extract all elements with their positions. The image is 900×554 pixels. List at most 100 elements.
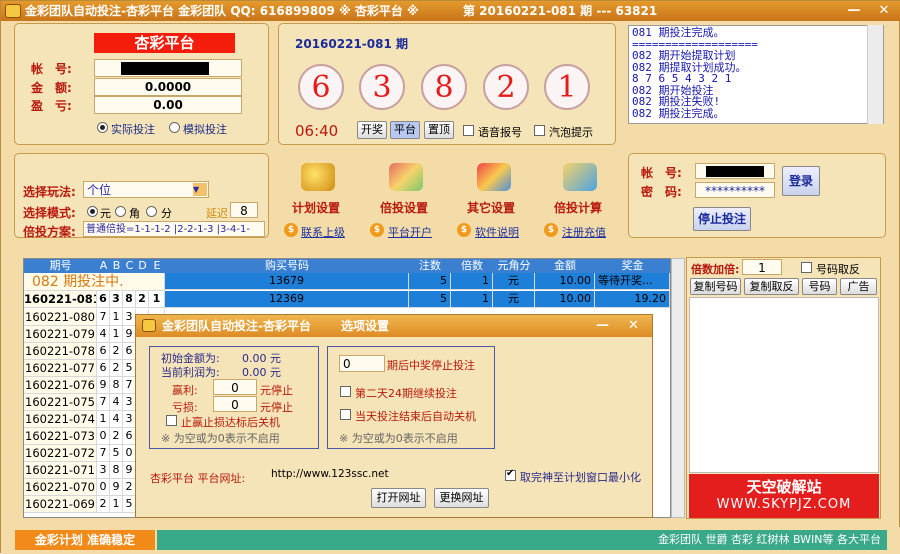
platform-button[interactable]: 平台 [390, 121, 420, 139]
status-left: 金彩计划 准确稳定 [15, 530, 155, 550]
main-window: 金彩团队自动投注-杏彩平台 金彩团队 QQ: 616899809 ※ 杏彩平台 … [0, 0, 900, 554]
close-icon[interactable]: ✕ [873, 2, 895, 19]
bet-number[interactable]: 13679 [165, 273, 409, 290]
contact-link[interactable]: 联系上级 [301, 224, 345, 240]
ad-banner[interactable]: 天空破解站 WWW.SKYPJZ.COM [689, 474, 879, 518]
auto-shutdown-label: 当天投注结束后自动关机 [355, 410, 476, 423]
mode-fen-radio[interactable] [146, 206, 157, 217]
log-scrollbar[interactable] [867, 25, 883, 124]
other-settings-button[interactable]: 其它设置 [467, 199, 515, 216]
bet-count[interactable]: 5 [409, 273, 451, 290]
copy-number-button[interactable]: 复制号码 [690, 278, 741, 295]
voice-checkbox[interactable] [463, 125, 474, 136]
house-icon[interactable] [477, 163, 511, 191]
mult-label: 倍数加倍: [691, 263, 740, 276]
change-url-button[interactable]: 更换网址 [434, 488, 489, 508]
bet-prize[interactable]: 等待开奖... [595, 273, 670, 290]
ad-button[interactable]: 广告 [840, 278, 877, 295]
loss-stop-input[interactable]: 0 [213, 396, 257, 412]
continue-24-checkbox[interactable] [340, 386, 351, 397]
current-digit: 1 [149, 291, 165, 308]
bet-unit[interactable]: 元 [493, 273, 535, 290]
row-digit: 3 [97, 462, 110, 479]
sim-bet-radio[interactable] [169, 122, 180, 133]
copy-reverse-button[interactable]: 复制取反 [744, 278, 799, 295]
row-digit: 6 [97, 360, 110, 377]
number-button[interactable]: 号码 [802, 278, 837, 295]
bet-mult[interactable]: 1 [451, 273, 493, 290]
col-c: C [123, 259, 136, 273]
bet-unit[interactable]: 元 [493, 291, 535, 308]
real-bet-radio[interactable] [97, 122, 108, 133]
log-line: 082 期投注失败! [632, 95, 721, 108]
password-field[interactable]: ********** [695, 182, 775, 198]
row-digit: 0 [97, 479, 110, 496]
open-draw-button[interactable]: 开奖 [357, 121, 387, 139]
multiplier-settings-button[interactable]: 倍投设置 [380, 199, 428, 216]
login-button[interactable]: 登录 [782, 166, 820, 196]
mode-yuan-radio[interactable] [87, 206, 98, 217]
current-digit: 6 [97, 291, 110, 308]
plan-settings-button[interactable]: 计划设置 [292, 199, 340, 216]
current-digit: 8 [123, 291, 136, 308]
play-select[interactable]: 个位 ▼ [83, 181, 209, 198]
row-period: 160221-074 [24, 411, 97, 428]
window-title: 金彩团队自动投注-杏彩平台 金彩团队 QQ: 616899809 ※ 杏彩平台 … [25, 4, 419, 18]
open-account-link[interactable]: 平台开户 [388, 224, 432, 240]
coins-icon[interactable] [301, 163, 335, 191]
note-2: ※ 为空或为0表示不启用 [339, 432, 458, 445]
col-d: D [136, 259, 149, 273]
open-url-button[interactable]: 打开网址 [371, 488, 426, 508]
number-textarea[interactable] [689, 297, 879, 473]
dialog-title: 金彩团队自动投注-杏彩平台 [162, 319, 311, 333]
stop-after-stepper[interactable]: 0 [339, 355, 385, 372]
plan-input[interactable]: 普通倍投=1-1-1-2 |2-2-1-3 |3-4-1- [83, 221, 265, 237]
dialog-minimize-icon[interactable]: — [596, 315, 609, 337]
play-value: 个位 [87, 183, 112, 197]
minimize-icon[interactable]: — [843, 2, 865, 19]
amount-field: 0.0000 [94, 78, 242, 96]
register-link[interactable]: 注册充值 [562, 224, 606, 240]
multiplier-calc-button[interactable]: 倍投计算 [554, 199, 602, 216]
bet-count[interactable]: 5 [409, 291, 451, 308]
take-reverse-checkbox[interactable] [801, 262, 812, 273]
chevron-down-icon[interactable]: ▼ [193, 183, 207, 196]
bubble-checkbox[interactable] [534, 125, 545, 136]
login-account-field[interactable] [695, 163, 775, 179]
dialog-close-icon[interactable]: ✕ [628, 315, 639, 337]
minimize-checkbox[interactable] [505, 468, 516, 481]
dialog-menu-options[interactable]: 选项设置 [341, 315, 389, 337]
mode-jiao-radio[interactable] [115, 206, 126, 217]
stop-bet-button[interactable]: 停止投注 [693, 207, 751, 231]
delay-stepper[interactable]: 8 [230, 202, 258, 218]
bet-amount[interactable]: 10.00 [535, 273, 595, 290]
row-digit: 2 [97, 496, 110, 513]
auto-shutdown-checkbox[interactable] [340, 409, 351, 420]
win-stop-label: 赢利: [172, 384, 198, 397]
calculator-icon[interactable] [563, 163, 597, 191]
bet-number[interactable]: 12369 [165, 291, 409, 308]
shutdown-checkbox[interactable] [166, 415, 177, 426]
bet-mult[interactable]: 1 [451, 291, 493, 308]
countdown-timer: 06:40 [295, 122, 339, 140]
money-stack-icon[interactable] [389, 163, 423, 191]
row-digit: 7 [97, 309, 110, 326]
manual-link[interactable]: 软件说明 [475, 224, 519, 240]
ball-4: 2 [483, 64, 529, 110]
pin-top-button[interactable]: 置顶 [424, 121, 454, 139]
app-logo-icon [5, 4, 21, 18]
loss-stop-label: 亏损: [172, 401, 198, 414]
win-stop-input[interactable]: 0 [213, 379, 257, 395]
status-marquee: 金彩团队 世爵 杏彩 红树林 BWIN等 各大平台 [157, 530, 887, 550]
current-period: 160221-081 [24, 291, 97, 308]
account-field [94, 59, 242, 77]
bet-amount[interactable]: 10.00 [535, 291, 595, 308]
url-input[interactable]: http://www.123ssc.net [268, 466, 493, 483]
mult-stepper[interactable]: 1 [742, 259, 782, 275]
table-scrollbar[interactable] [671, 258, 685, 518]
row-digit: 1 [110, 496, 123, 513]
bet-prize[interactable]: 19.20 [595, 291, 670, 308]
row-digit: 8 [110, 462, 123, 479]
sim-bet-label: 模拟投注 [183, 123, 227, 136]
minimize-label: 取完神至计划窗口最小化 [520, 471, 641, 484]
